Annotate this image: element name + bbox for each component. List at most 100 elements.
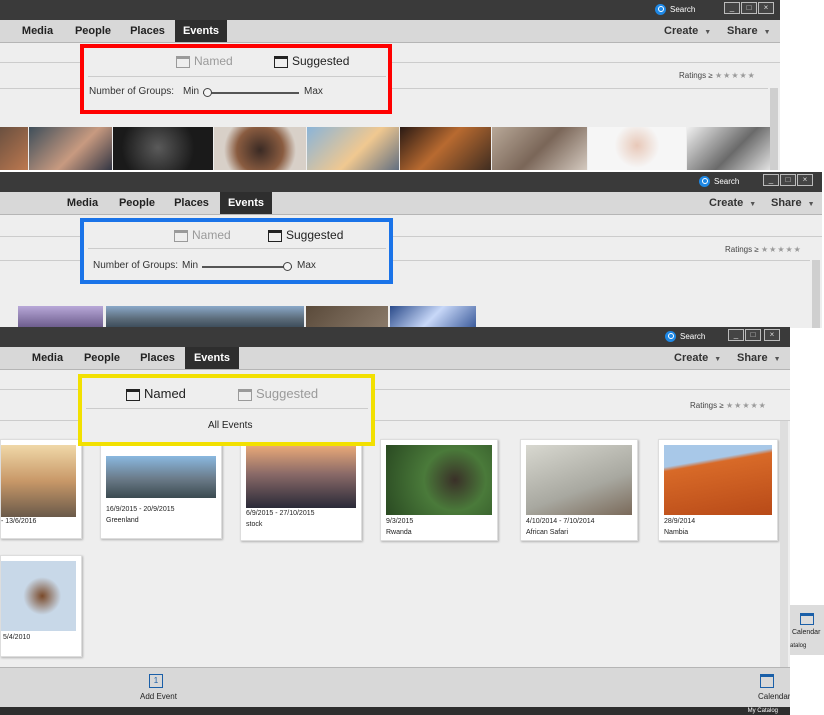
- search-button[interactable]: Search: [665, 330, 705, 344]
- minimize-button[interactable]: _: [763, 174, 779, 186]
- event-thumbnail: [1, 561, 76, 631]
- search-button[interactable]: Search: [655, 3, 695, 17]
- named-toggle[interactable]: Named: [174, 228, 231, 242]
- event-card[interactable]: 16/9/2015 - 20/9/2015 Greenland: [100, 439, 222, 539]
- tab-events[interactable]: Events: [185, 347, 239, 369]
- suggested-toggle[interactable]: Suggested: [268, 228, 343, 242]
- window-named-events: Search _ □ × Media People Places Events …: [0, 327, 790, 715]
- tab-events[interactable]: Events: [220, 192, 272, 214]
- thumbnail[interactable]: [0, 127, 28, 170]
- thumbnail[interactable]: [492, 127, 587, 170]
- tab-places[interactable]: Places: [135, 347, 180, 369]
- thumbnail[interactable]: [18, 306, 103, 328]
- calendar-icon: [760, 674, 774, 688]
- maximize-button[interactable]: □: [741, 2, 757, 14]
- event-name: Greenland: [106, 517, 139, 524]
- groups-slider-knob[interactable]: [203, 88, 212, 97]
- thumbnail[interactable]: [29, 127, 112, 170]
- calendar-icon[interactable]: [800, 613, 814, 625]
- chevron-down-icon: ▼: [807, 201, 815, 208]
- suggested-groups-panel: Named Suggested Number of Groups: Min Ma…: [80, 44, 392, 114]
- add-event-button[interactable]: 1 Add Event: [140, 672, 180, 706]
- star-icon[interactable]: ★★★★★: [726, 401, 767, 410]
- close-button[interactable]: ×: [797, 174, 813, 186]
- event-card[interactable]: 5/4/2010: [0, 555, 82, 657]
- event-name: African Safari: [526, 529, 569, 536]
- thumbnail[interactable]: [306, 306, 388, 328]
- calendar-label: Calendar: [792, 629, 821, 636]
- tab-media[interactable]: Media: [60, 192, 105, 214]
- scrollbar[interactable]: [770, 88, 778, 170]
- tab-people[interactable]: People: [68, 20, 118, 42]
- scrollbar[interactable]: [780, 421, 788, 667]
- thumbnail[interactable]: [307, 127, 399, 170]
- panel-divider: [88, 76, 386, 77]
- ratings-filter[interactable]: Ratings ≥ ★★★★★: [690, 401, 767, 410]
- maximize-button[interactable]: □: [745, 329, 761, 341]
- scrollbar[interactable]: [812, 260, 820, 328]
- status-bar: My Catalog: [0, 707, 790, 715]
- event-date: 4/10/2014 - 7/10/2014: [526, 518, 595, 525]
- create-menu[interactable]: Create ▼: [664, 20, 711, 42]
- calendar-check-icon: [176, 55, 190, 68]
- thumbnail[interactable]: [113, 127, 213, 170]
- thumbnail[interactable]: [390, 306, 476, 328]
- named-toggle[interactable]: Named: [126, 386, 186, 401]
- ratings-filter[interactable]: Ratings ≥ ★★★★★: [679, 71, 756, 80]
- groups-slider-track[interactable]: [203, 92, 299, 94]
- star-icon[interactable]: ★★★★★: [715, 71, 756, 80]
- calendar-button[interactable]: Calendar: [756, 672, 790, 706]
- maximize-button[interactable]: □: [780, 174, 796, 186]
- bottom-toolbar: 1 Add Event Calendar: [0, 667, 790, 708]
- event-card[interactable]: - 13/6/2016: [0, 439, 82, 539]
- menu-bar: Media People Places Events Create ▼ Share…: [0, 20, 780, 43]
- groups-slider-track[interactable]: [202, 266, 292, 268]
- share-menu[interactable]: Share ▼: [771, 192, 815, 214]
- thumbnail[interactable]: [214, 127, 306, 170]
- photo-strip: [0, 306, 480, 328]
- thumbnail[interactable]: [588, 127, 686, 170]
- minimize-button[interactable]: _: [724, 2, 740, 14]
- star-icon[interactable]: ★★★★★: [761, 245, 802, 254]
- search-button[interactable]: Search: [699, 175, 739, 189]
- thumbnail[interactable]: [106, 306, 304, 328]
- event-card[interactable]: 9/3/2015 Rwanda: [380, 439, 498, 541]
- add-event-icon: 1: [149, 674, 163, 688]
- create-menu[interactable]: Create ▼: [709, 192, 756, 214]
- create-menu[interactable]: Create ▼: [674, 347, 721, 369]
- close-button[interactable]: ×: [764, 329, 780, 341]
- panel-divider: [88, 248, 386, 249]
- calendar-check-icon: [126, 388, 140, 401]
- event-card[interactable]: 4/10/2014 - 7/10/2014 African Safari: [520, 439, 638, 541]
- tab-media[interactable]: Media: [25, 347, 70, 369]
- chevron-down-icon: ▼: [763, 29, 771, 36]
- tab-people[interactable]: People: [77, 347, 127, 369]
- thumbnail[interactable]: [687, 127, 770, 170]
- suggested-toggle[interactable]: Suggested: [238, 386, 318, 401]
- event-thumbnail: [1, 445, 76, 517]
- tab-events[interactable]: Events: [175, 20, 227, 42]
- chevron-down-icon: ▼: [704, 29, 712, 36]
- event-date: 28/9/2014: [664, 518, 696, 525]
- tab-places[interactable]: Places: [169, 192, 214, 214]
- tab-media[interactable]: Media: [15, 20, 60, 42]
- thumbnail[interactable]: [400, 127, 491, 170]
- slider-max-label: Max: [297, 260, 316, 271]
- named-toggle[interactable]: Named: [176, 54, 233, 68]
- catalog-label: atalog: [790, 643, 807, 649]
- minimize-button[interactable]: _: [728, 329, 744, 341]
- panel-divider: [86, 408, 368, 409]
- all-events-link[interactable]: All Events: [208, 420, 252, 431]
- event-card[interactable]: 6/9/2015 - 27/10/2015 stock: [240, 439, 362, 541]
- share-menu[interactable]: Share ▼: [737, 347, 781, 369]
- ratings-filter[interactable]: Ratings ≥ ★★★★★: [725, 245, 802, 254]
- tab-people[interactable]: People: [112, 192, 162, 214]
- close-button[interactable]: ×: [758, 2, 774, 14]
- tab-places[interactable]: Places: [125, 20, 170, 42]
- event-date: 9/3/2015: [386, 518, 414, 525]
- share-menu[interactable]: Share ▼: [727, 20, 771, 42]
- groups-slider-knob[interactable]: [283, 262, 292, 271]
- suggested-toggle[interactable]: Suggested: [274, 54, 349, 68]
- event-card[interactable]: 28/9/2014 Nambia: [658, 439, 778, 541]
- side-panel: Calendar atalog: [790, 605, 824, 655]
